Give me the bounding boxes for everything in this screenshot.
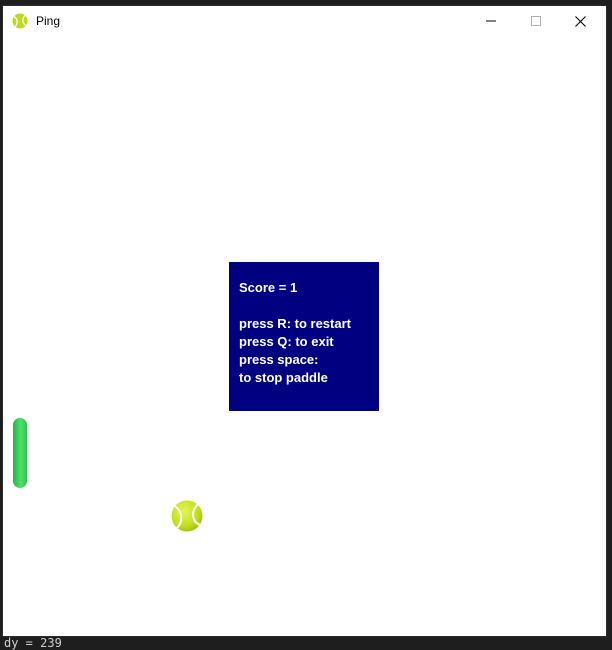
stop-paddle-instruction: to stop paddle — [239, 370, 328, 385]
game-canvas[interactable]: Score = 1 press R: to restart press Q: t… — [3, 37, 606, 636]
minimize-button[interactable] — [468, 6, 513, 36]
minimize-icon — [485, 20, 496, 22]
maximize-button[interactable] — [513, 6, 558, 36]
window-title: Ping — [36, 14, 61, 28]
title-bar[interactable]: Ping — [3, 6, 606, 37]
tennis-ball-icon — [12, 13, 28, 29]
score-text: Score = 1 — [239, 280, 298, 295]
game-over-message: Score = 1 press R: to restart press Q: t… — [229, 262, 379, 411]
restart-instruction: press R: to restart — [239, 316, 351, 331]
paddle[interactable] — [13, 418, 27, 488]
space-instruction: press space: — [239, 352, 319, 367]
close-button[interactable] — [558, 6, 603, 36]
console-text: dy = 239 — [4, 636, 62, 650]
exit-instruction: press Q: to exit — [239, 334, 334, 349]
tennis-ball-icon — [171, 500, 203, 532]
maximize-icon — [530, 16, 541, 26]
app-window: Ping Score = 1 press R: to restart press… — [3, 6, 606, 636]
close-icon — [575, 15, 586, 27]
